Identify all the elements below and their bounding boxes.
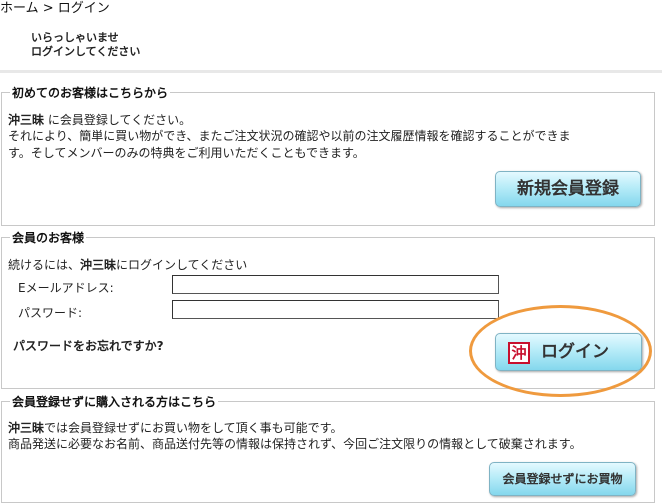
email-field[interactable] (172, 275, 499, 294)
greeting-line-2: ログインしてください (31, 45, 141, 58)
email-label: Eメールアドレス: (18, 281, 114, 295)
guest-purchase-button[interactable]: 会員登録せずにお買物 (489, 462, 636, 496)
greeting: いらっしゃいませ ログインしてください (31, 31, 140, 59)
new-customer-text-2: それにより、簡単に買い物ができ、またご注文状況の確認や以前の注文履歴情報を確認す… (8, 129, 571, 143)
okinawa-logo-icon: 沖 (508, 342, 530, 364)
forgot-password-link[interactable]: パスワードをお忘れですか? (13, 338, 164, 354)
new-customer-text-1: 沖三昧 に会員登録してください。 (8, 113, 192, 127)
member-legend: 会員のお客様 (12, 231, 85, 245)
member-intro: 続けるには、沖三昧にログインしてください (8, 258, 248, 272)
breadcrumb[interactable]: ホーム > ログイン (0, 0, 110, 16)
greeting-line-1: いらっしゃいませ (31, 31, 119, 44)
divider (0, 70, 662, 73)
shop-name: 沖三昧 (80, 258, 117, 272)
new-register-button[interactable]: 新規会員登録 (495, 171, 641, 207)
shop-name: 沖三昧 (8, 421, 45, 435)
login-button[interactable]: 沖 ログイン (495, 333, 642, 371)
login-button-label: ログイン (541, 342, 609, 362)
guest-legend: 会員登録せずに購入される方はこちら (12, 395, 217, 409)
password-label: パスワード: (18, 306, 83, 320)
new-customer-text-3: す。そしてメンバーのみの特典をご利用いただくこともできます。 (8, 146, 365, 160)
password-field[interactable] (172, 300, 499, 319)
guest-text-1: 沖三昧では会員登録せずにお買い物をして頂く事も可能です。 (8, 421, 343, 435)
guest-text-2: 商品発送に必要なお名前、商品送付先等の情報は保持されず、今回ご注文限りの情報とし… (8, 437, 582, 451)
new-customer-legend: 初めてのお客様はこちらから (12, 86, 169, 100)
shop-name: 沖三昧 (8, 113, 45, 127)
